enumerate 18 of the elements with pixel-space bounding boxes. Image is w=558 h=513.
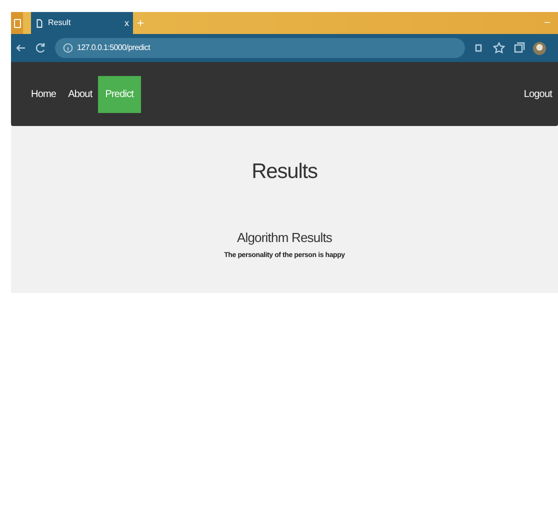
star-icon[interactable] xyxy=(493,42,505,54)
address-bar[interactable]: 127.0.0.1:5000/predict xyxy=(55,38,465,58)
profile-avatar-icon[interactable] xyxy=(533,42,546,54)
info-icon[interactable] xyxy=(63,43,73,53)
back-icon[interactable] xyxy=(15,42,27,54)
nav-link[interactable]: About xyxy=(62,76,98,112)
tab-title: Result xyxy=(48,17,72,29)
page-icon[interactable] xyxy=(35,18,44,28)
nav-link[interactable]: Home xyxy=(25,76,62,112)
page-title: Results xyxy=(252,159,318,185)
section-title: Algorithm Results xyxy=(236,228,332,247)
collections-icon[interactable] xyxy=(513,42,525,54)
browser-tab[interactable]: Result x xyxy=(31,12,133,34)
tab-close-button[interactable]: x xyxy=(124,18,129,28)
browser-menu-icon[interactable] xyxy=(11,12,23,34)
logout-link[interactable]: Logout xyxy=(524,86,554,102)
refresh-icon[interactable] xyxy=(35,42,47,54)
url-text: 127.0.0.1:5000/predict xyxy=(77,42,150,54)
